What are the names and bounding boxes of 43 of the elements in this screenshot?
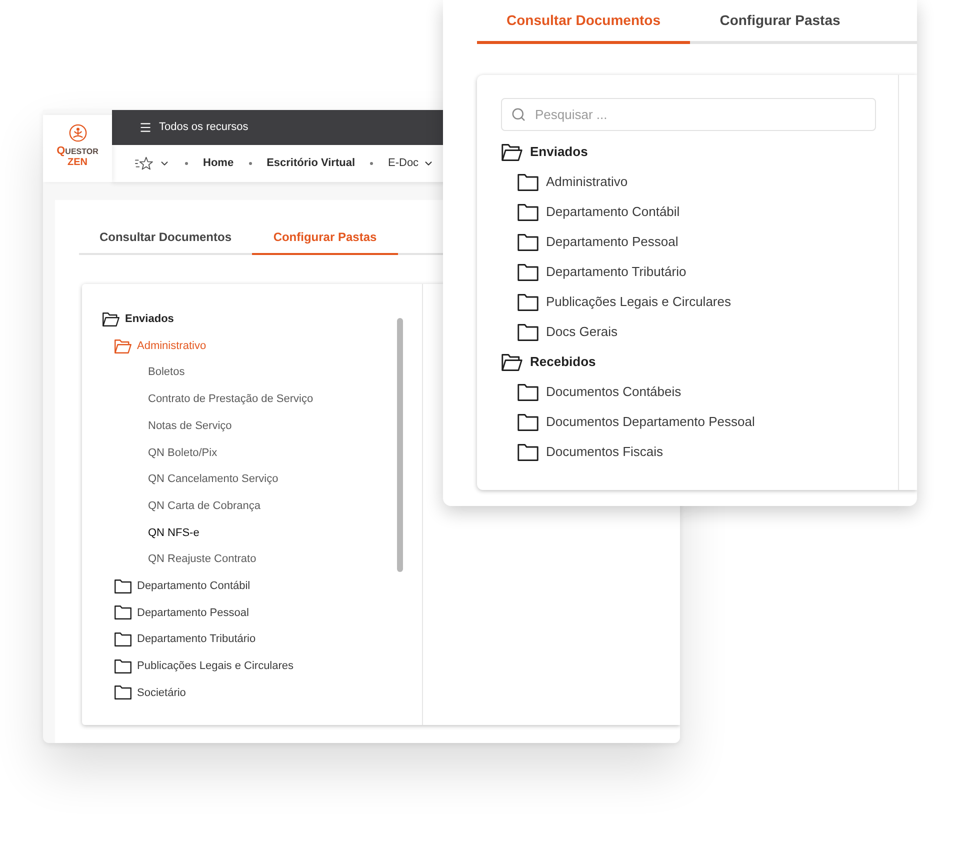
breadcrumb-link[interactable]: Home [203, 155, 234, 172]
folder-item[interactable]: Societário [114, 684, 186, 702]
folder-item[interactable]: Enviados [501, 142, 588, 162]
menu-icon [139, 121, 152, 134]
breadcrumb-menu[interactable]: E-Doc [388, 155, 434, 172]
tree-item[interactable]: QN Reajuste Contrato [148, 551, 256, 568]
folder-item[interactable]: Enviados [102, 311, 174, 328]
tree-item[interactable]: Boletos [148, 364, 185, 381]
scrollbar-thumb[interactable] [397, 318, 403, 572]
tree-item[interactable]: QN NFS-e [148, 524, 200, 542]
star-icon [135, 156, 154, 171]
breadcrumb-link[interactable]: Escritório Virtual [266, 155, 355, 172]
tree-item[interactable]: Notas de Serviço [148, 418, 232, 434]
tree-item[interactable]: QN Boleto/Pix [148, 444, 218, 462]
folder-item[interactable]: Docs Gerais [517, 322, 618, 342]
folder-item[interactable]: Departamento Contábil [517, 202, 680, 222]
folder-item[interactable]: Documentos Fiscais [517, 442, 664, 462]
folder-item[interactable]: Administrativo [114, 338, 206, 354]
folder-item[interactable]: Departamento Tributário [114, 631, 256, 648]
folder-item[interactable]: Departamento Pessoal [114, 604, 249, 622]
folder-item[interactable]: Documentos Contábeis [517, 382, 682, 402]
tab[interactable]: Configurar Pastas [252, 221, 398, 255]
folder-item[interactable]: Publicações Legais e Circulares [517, 292, 731, 312]
logo-name: QUESTOR [56, 146, 98, 157]
logo-tagline: ZEN [68, 158, 88, 168]
folder-item[interactable]: Documentos Departamento Pessoal [517, 412, 755, 432]
all-resources-button[interactable]: Todos os recursos [139, 119, 248, 136]
search-field[interactable]: Pesquisar ... [501, 98, 876, 131]
folder-item[interactable]: Departamento Contábil [114, 578, 250, 594]
folder-item[interactable]: Administrativo [517, 172, 628, 192]
folder-item[interactable]: Publicações Legais e Circulares [114, 658, 294, 675]
tab[interactable]: Configurar Pastas [690, 0, 870, 44]
tab[interactable]: Consultar Documentos [477, 0, 690, 44]
tree-item[interactable]: QN Carta de Cobrança [148, 498, 260, 514]
folder-item[interactable]: Departamento Pessoal [517, 232, 678, 252]
tree-item[interactable]: QN Cancelamento Serviço [148, 471, 278, 488]
logo-icon [68, 124, 86, 142]
favorites-menu-button[interactable] [135, 156, 170, 171]
search-icon [511, 107, 526, 122]
tab[interactable]: Consultar Documentos [79, 221, 252, 255]
folder-item[interactable]: Recebidos [501, 352, 596, 372]
folder-item[interactable]: Departamento Tributário [517, 262, 686, 282]
tree-item[interactable]: Contrato de Prestação de Serviço [148, 391, 314, 408]
